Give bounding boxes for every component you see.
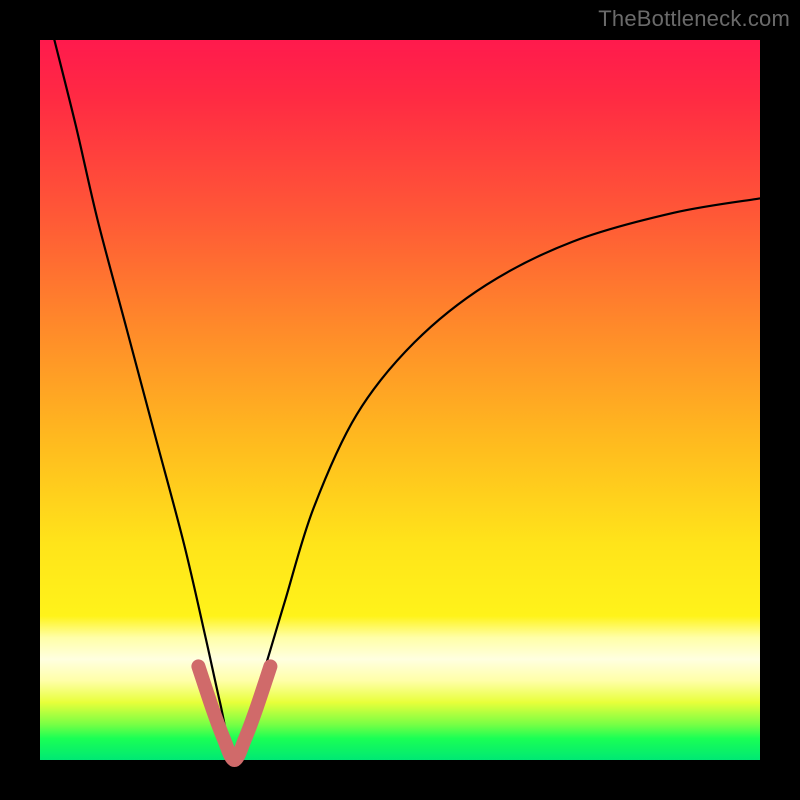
- chart-svg: [40, 40, 760, 760]
- chart-stage: TheBottleneck.com: [0, 0, 800, 800]
- min-region-highlight: [198, 666, 270, 760]
- watermark-label: TheBottleneck.com: [598, 6, 790, 32]
- bottleneck-curve: [54, 40, 760, 760]
